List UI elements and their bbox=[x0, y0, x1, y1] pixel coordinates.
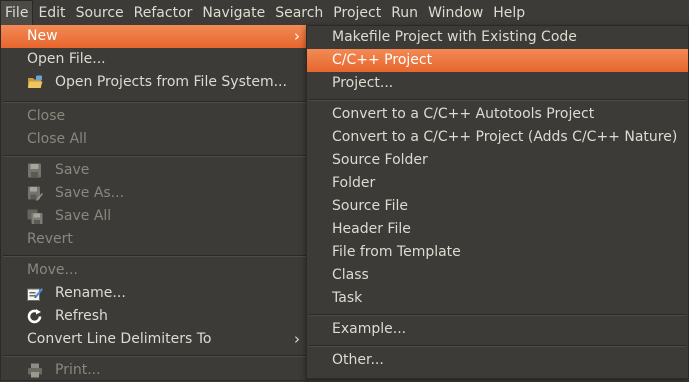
menubar-edit[interactable]: Edit bbox=[33, 0, 70, 27]
menu-item-save-as-label: Save As... bbox=[55, 185, 125, 201]
menu-item-save-label: Save bbox=[55, 162, 90, 178]
menu-separator bbox=[3, 355, 306, 357]
rename-icon bbox=[27, 288, 43, 301]
menu-item-save-all-label: Save All bbox=[55, 208, 112, 224]
floppy-disk-pencil-icon bbox=[28, 186, 43, 201]
menubar-source[interactable]: Source bbox=[71, 0, 129, 27]
menu-item-makefile-project[interactable]: Makefile Project with Existing Code bbox=[307, 26, 688, 49]
menu-item-file-from-template[interactable]: File from Template bbox=[307, 241, 688, 264]
menu-item-convert-line-delimiters-label: Convert Line Delimiters To bbox=[27, 331, 212, 347]
menubar-search[interactable]: Search bbox=[270, 0, 328, 27]
menu-item-print-label: Print... bbox=[55, 362, 101, 378]
menu-item-open-projects[interactable]: Open Projects from File System... bbox=[1, 71, 308, 94]
menu-item-source-file[interactable]: Source File bbox=[307, 195, 688, 218]
menu-item-save-as[interactable]: Save As... bbox=[1, 182, 308, 205]
menu-item-new[interactable]: New › bbox=[1, 25, 308, 48]
menu-item-close-all[interactable]: Close All bbox=[1, 128, 308, 151]
menu-item-convert-autotools[interactable]: Convert to a C/C++ Autotools Project bbox=[307, 103, 688, 126]
menubar-help[interactable]: Help bbox=[488, 0, 530, 27]
menu-item-cpp-project[interactable]: C/C++ Project bbox=[307, 49, 688, 72]
menu-bar: File Edit Source Refactor Navigate Searc… bbox=[0, 0, 689, 27]
menu-item-convert-line-delimiters[interactable]: Convert Line Delimiters To › bbox=[1, 328, 308, 351]
menubar-window[interactable]: Window bbox=[423, 0, 488, 27]
printer-icon bbox=[28, 363, 42, 378]
menu-item-revert[interactable]: Revert bbox=[1, 228, 308, 251]
menu-item-example[interactable]: Example... bbox=[307, 318, 688, 341]
menu-item-save-all[interactable]: Save All bbox=[1, 205, 308, 228]
menu-item-source-folder[interactable]: Source Folder bbox=[307, 149, 688, 172]
menu-separator bbox=[3, 255, 306, 257]
menu-item-header-file[interactable]: Header File bbox=[307, 218, 688, 241]
menu-item-open-file[interactable]: Open File... bbox=[1, 48, 308, 71]
submenu-arrow-icon: › bbox=[294, 27, 300, 45]
menu-item-folder[interactable]: Folder bbox=[307, 172, 688, 195]
refresh-icon bbox=[27, 309, 42, 324]
menubar-project[interactable]: Project bbox=[328, 0, 386, 27]
menu-item-new-label: New bbox=[27, 28, 58, 44]
menu-item-convert-cpp[interactable]: Convert to a C/C++ Project (Adds C/C++ N… bbox=[307, 126, 688, 149]
menu-item-print[interactable]: Print... bbox=[1, 359, 308, 382]
menu-item-rename-label: Rename... bbox=[55, 285, 126, 301]
folder-open-icon bbox=[28, 75, 43, 88]
menu-separator bbox=[309, 345, 686, 347]
new-submenu: Makefile Project with Existing Code C/C+… bbox=[306, 25, 689, 379]
menubar-run[interactable]: Run bbox=[386, 0, 423, 27]
menu-item-save[interactable]: Save bbox=[1, 159, 308, 182]
menu-item-task[interactable]: Task bbox=[307, 287, 688, 310]
menu-item-rename[interactable]: Rename... bbox=[1, 282, 308, 305]
menu-separator bbox=[309, 314, 686, 316]
floppy-disks-icon bbox=[27, 209, 43, 224]
menu-item-class[interactable]: Class bbox=[307, 264, 688, 287]
menu-item-refresh[interactable]: Refresh bbox=[1, 305, 308, 328]
file-menu: New › Open File... Open Projects from Fi… bbox=[0, 25, 309, 381]
menu-separator bbox=[309, 99, 686, 101]
submenu-arrow-icon: › bbox=[294, 330, 300, 348]
menu-item-other[interactable]: Other... bbox=[307, 349, 688, 372]
menu-item-close[interactable]: Close bbox=[1, 105, 308, 128]
menu-separator bbox=[3, 155, 306, 157]
menubar-refactor[interactable]: Refactor bbox=[129, 0, 198, 27]
menu-item-open-projects-label: Open Projects from File System... bbox=[55, 74, 287, 90]
floppy-disk-icon bbox=[28, 163, 41, 178]
menubar-navigate[interactable]: Navigate bbox=[197, 0, 270, 27]
menu-item-move[interactable]: Move... bbox=[1, 259, 308, 282]
menu-item-refresh-label: Refresh bbox=[55, 308, 108, 324]
menubar-file[interactable]: File bbox=[0, 0, 34, 27]
menu-item-project[interactable]: Project... bbox=[307, 72, 688, 95]
menu-separator bbox=[3, 101, 306, 103]
